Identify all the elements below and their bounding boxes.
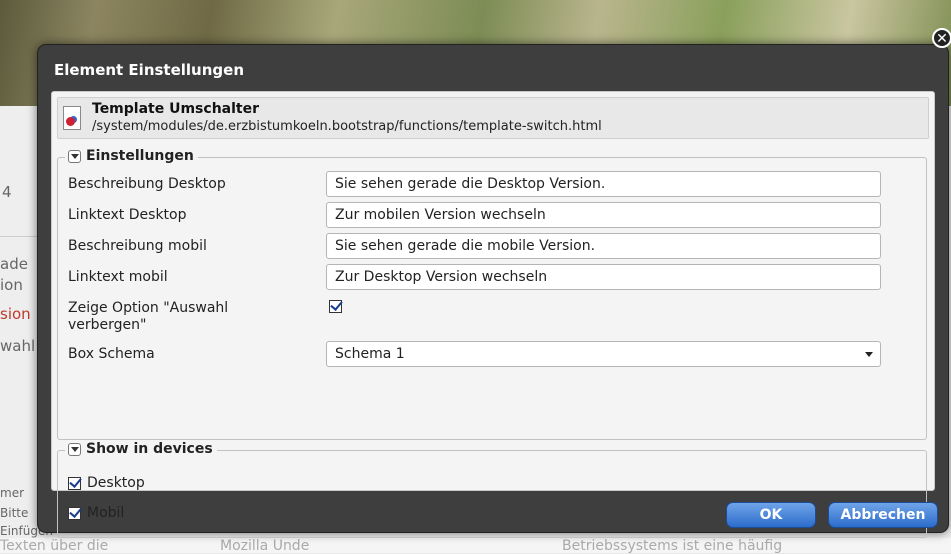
element-path: /system/modules/de.erzbistumkoeln.bootst… <box>92 119 602 134</box>
field-row: Beschreibung mobil <box>68 233 918 259</box>
element-title: Template Umschalter <box>92 101 259 117</box>
bg-text-fragment: mer <box>0 486 25 500</box>
mobil-checkbox[interactable] <box>68 506 81 520</box>
chevron-down-icon <box>865 352 873 357</box>
device-mobil-row[interactable]: Mobil <box>68 505 124 521</box>
bg-text-fragment: 4 <box>2 183 12 201</box>
field-label: Beschreibung Desktop <box>68 176 226 192</box>
field-label: Linktext mobil <box>68 269 168 285</box>
bg-text-fragment: Betriebssystems ist eine häufig <box>562 538 783 554</box>
bg-text-fragment: Bitte <box>0 506 29 520</box>
bg-text-fragment: ion <box>0 276 23 294</box>
device-label: Mobil <box>87 505 125 521</box>
dialog-content: Template Umschalter /system/modules/de.e… <box>51 91 935 538</box>
dialog-title: Element Einstellungen <box>54 61 245 79</box>
schema-row: Box Schema Schema 1 <box>68 341 918 367</box>
device-label: Desktop <box>87 475 145 491</box>
field-label: Beschreibung mobil <box>68 238 207 254</box>
field-row: Linktext Desktop <box>68 202 918 228</box>
field-label: Linktext Desktop <box>68 207 187 223</box>
box-schema-select[interactable]: Schema 1 <box>326 341 881 367</box>
linktext-desktop-input[interactable] <box>326 202 881 228</box>
file-icon <box>63 106 81 130</box>
settings-legend-label: Einstellungen <box>86 148 194 164</box>
collapse-toggle-icon[interactable] <box>68 442 81 456</box>
option-label: Zeige Option "Auswahl verbergen" <box>68 300 229 333</box>
bg-text-fragment: ade <box>0 255 28 273</box>
cancel-button[interactable]: Abbrechen <box>828 502 938 528</box>
element-settings-dialog: Element Einstellungen Template Umschalte… <box>37 44 949 538</box>
option-row: Zeige Option "Auswahl verbergen" <box>68 295 918 339</box>
background-bottom-strip: Texten über die Mozilla Unde Betriebssys… <box>0 538 951 554</box>
devices-legend[interactable]: Show in devices <box>65 441 217 457</box>
settings-legend[interactable]: Einstellungen <box>65 148 198 164</box>
box-schema-value: Schema 1 <box>335 346 405 362</box>
hide-option-checkbox[interactable] <box>329 300 342 313</box>
beschreibung-mobil-input[interactable] <box>326 233 881 259</box>
field-row: Linktext mobil <box>68 264 918 290</box>
close-icon[interactable]: ✕ <box>932 28 951 48</box>
background-divider <box>0 236 40 237</box>
bg-text-fragment: Mozilla Unde <box>220 538 310 554</box>
settings-fieldset: Einstellungen Beschreibung Desktop Linkt… <box>57 148 927 440</box>
bg-text-fragment: wahl <box>0 337 36 355</box>
beschreibung-desktop-input[interactable] <box>326 171 881 197</box>
linktext-mobil-input[interactable] <box>326 264 881 290</box>
element-info: Template Umschalter /system/modules/de.e… <box>57 97 929 139</box>
bg-link-fragment: sion <box>0 305 31 323</box>
ok-button[interactable]: OK <box>726 502 816 528</box>
collapse-toggle-icon[interactable] <box>68 149 81 163</box>
bg-text-fragment: Texten über die <box>0 538 109 554</box>
schema-label: Box Schema <box>68 346 155 362</box>
desktop-checkbox[interactable] <box>68 476 81 490</box>
device-desktop-row[interactable]: Desktop <box>68 475 145 491</box>
field-row: Beschreibung Desktop <box>68 171 918 197</box>
devices-legend-label: Show in devices <box>86 441 213 457</box>
